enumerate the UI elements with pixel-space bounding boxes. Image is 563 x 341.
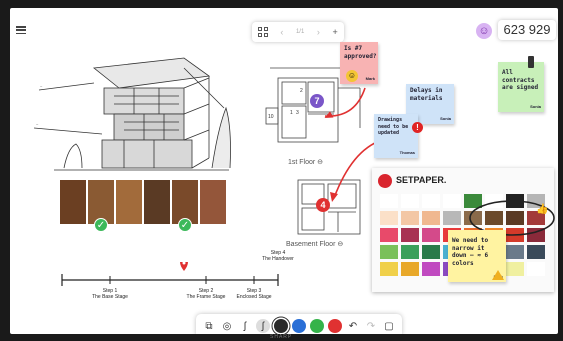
color-green-button[interactable] [310,319,324,333]
color-black-button[interactable] [274,319,288,333]
project-timeline: Step 1 The Base Stage Step 2 The Frame Sta… [58,250,348,318]
next-page-button[interactable]: › [317,27,320,37]
wood-swatch[interactable] [60,180,86,224]
redo-icon[interactable]: ↷ [364,319,378,333]
warning-icon [492,270,504,280]
sticky-note-contracts[interactable]: All contracts are signed Sonia [498,62,544,112]
svg-text:2: 2 [300,88,303,94]
svg-text:10: 10 [268,114,274,120]
pages-grid-icon[interactable] [258,27,268,37]
timeline-step-3: Step 3 Enclosed Stage [236,288,272,300]
wood-swatch[interactable]: ✓ [172,180,198,232]
pen-icon[interactable]: ʃ [238,319,252,333]
color-red-button[interactable] [328,319,342,333]
highlighter-icon[interactable]: ʃ [256,319,270,333]
building-sketch: ~~ [34,57,231,171]
catalog-title: SETPAPER. [396,175,447,185]
wood-swatch[interactable]: ✓ [88,180,114,232]
svg-text:1: 1 [290,110,293,116]
select-icon[interactable]: ⧉ [202,319,216,333]
page-indicator: 1/1 [295,29,305,35]
drawing-toolbar: ⧉ ◎ ʃ ʃ ↶ ↷ ▢ [196,314,402,334]
participant-icon[interactable]: ☺ [476,23,492,39]
timeline-step-4: Step 4 The Handover [262,250,294,262]
svg-text:3: 3 [296,110,299,116]
alert-icon: ! [412,122,423,133]
thinking-emoji-icon: ☺ [346,70,358,82]
basement-floor-label: Basement Floor ⊖ [286,241,344,248]
svg-text:~: ~ [36,122,39,127]
check-icon: ✓ [178,218,192,232]
setpaper-logo [378,174,392,188]
phone-icon [528,56,534,68]
meeting-code: 623 929 [498,20,556,40]
whiteboard-canvas[interactable]: ‹ 1/1 › + ☺ 623 929 ~ ~ ✓ ✓ Step 1 The B… [10,8,558,334]
color-blue-button[interactable] [292,319,306,333]
prev-page-button[interactable]: ‹ [280,27,283,37]
timeline-step-1: Step 1 The Base Stage [92,288,128,300]
check-icon: ✓ [94,218,108,232]
thumbs-up-icon: 👍 [536,204,549,215]
svg-text:~: ~ [40,84,43,89]
shapes-icon[interactable]: ◎ [220,319,234,333]
page-navigation: ‹ 1/1 › + [252,22,344,42]
display-brand: SHARP [270,334,293,340]
add-page-button[interactable]: + [332,27,337,37]
wood-swatches: ✓ ✓ [60,180,226,232]
wood-swatch[interactable] [116,180,142,224]
wood-swatch[interactable] [200,180,226,224]
clipboard-icon[interactable]: ▢ [382,319,396,333]
undo-icon[interactable]: ↶ [346,319,360,333]
sticky-note-drawings[interactable]: Drawings need to be updated Thomas [374,114,418,158]
wood-swatch[interactable] [144,180,170,224]
hamburger-menu-icon[interactable] [16,26,26,34]
